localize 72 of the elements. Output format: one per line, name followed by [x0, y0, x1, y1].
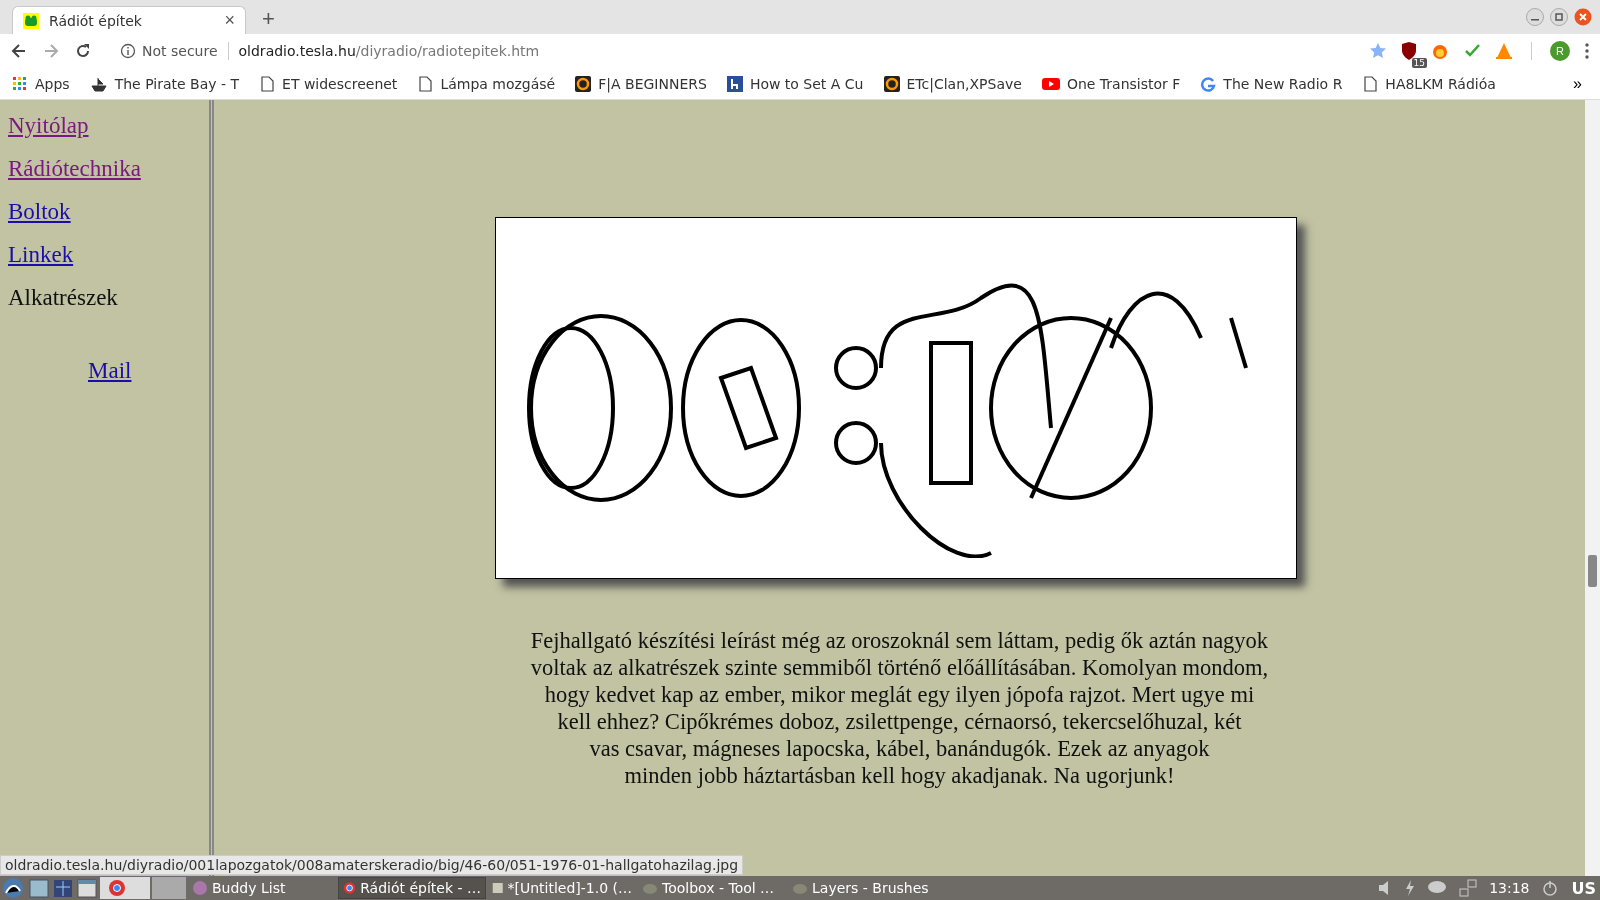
- address-bar[interactable]: Not secure oldradio.tesla.hu/diyradio/radiotepitek.htm: [112, 37, 1355, 65]
- cone-icon[interactable]: [1495, 42, 1513, 60]
- bookmark[interactable]: ET widescreenet: [259, 75, 398, 92]
- nav-link[interactable]: Linkek: [8, 233, 201, 276]
- url-text: oldradio.tesla.hu/diyradio/radiotepitek.htm: [238, 43, 540, 59]
- window-label: Rádiót építek - …: [360, 880, 481, 896]
- g-letter-icon: [1200, 75, 1217, 92]
- nav-link[interactable]: Boltok: [8, 190, 201, 233]
- power-plug-icon[interactable]: [1403, 879, 1416, 897]
- keyboard-layout[interactable]: US: [1571, 878, 1596, 898]
- app-icon: [192, 880, 208, 896]
- page-icon: [1362, 75, 1379, 92]
- taskbar-window[interactable]: Layers - Brushes: [788, 877, 936, 899]
- window-label: *[Untitled]-1.0 (…: [507, 880, 632, 896]
- taskbar-window[interactable]: Rádiót építek - …: [338, 877, 486, 899]
- security-label: Not secure: [142, 43, 218, 59]
- taskbar-window[interactable]: Buddy List: [188, 877, 336, 899]
- bookmark[interactable]: ETc|Clan,XPSave: [883, 75, 1022, 92]
- status-url: oldradio.tesla.hu/diyradio/001lapozgatok/008amaterskeradio/big/46-60/051-1976-01-hallgatohazilag.jpg: [0, 855, 744, 875]
- star-icon[interactable]: [1369, 42, 1387, 60]
- bookmark[interactable]: F|A BEGINNERS: [575, 75, 707, 92]
- chrome-icon[interactable]: [100, 877, 150, 899]
- taskbar-window[interactable]: *[Untitled]-1.0 (…: [488, 877, 636, 899]
- close-tab-button[interactable]: ×: [224, 10, 235, 31]
- more-menu-icon[interactable]: [1584, 42, 1590, 60]
- network-map-icon[interactable]: [52, 877, 74, 899]
- taskbar-window[interactable]: Toolbox - Tool …: [638, 877, 786, 899]
- game-logo-icon: [883, 75, 900, 92]
- bookmark[interactable]: The New Radio R: [1200, 75, 1343, 92]
- browser-tab[interactable]: Rádiót építek ×: [12, 6, 246, 34]
- window-label: Buddy List: [212, 880, 286, 896]
- minimize-icon[interactable]: [1526, 8, 1544, 26]
- app-icon: [343, 880, 357, 896]
- bookmark[interactable]: HA8LKM Rádióa: [1362, 75, 1496, 92]
- forward-arrow-icon[interactable]: [42, 42, 60, 60]
- tab-title: Rádiót építek: [49, 12, 143, 29]
- pirate-ship-icon: [89, 75, 108, 92]
- clock: 13:18: [1489, 880, 1530, 896]
- app-icon: [492, 880, 504, 896]
- bookmark[interactable]: One Transistor F: [1041, 75, 1181, 92]
- bookmark[interactable]: Lámpa mozgásé: [417, 75, 556, 92]
- network-icon[interactable]: [1459, 879, 1478, 897]
- scrollbar[interactable]: [1585, 100, 1600, 876]
- more-bookmarks-button[interactable]: »: [1567, 73, 1588, 94]
- window-icon[interactable]: [76, 877, 98, 899]
- reload-icon[interactable]: [74, 42, 92, 60]
- game-logo-icon: [575, 75, 592, 92]
- apps-grid-icon: [12, 75, 28, 92]
- back-arrow-icon[interactable]: [10, 42, 28, 60]
- bookmark[interactable]: The Pirate Bay - T: [89, 75, 240, 92]
- launcher-icon[interactable]: [0, 876, 26, 900]
- profile-avatar[interactable]: R: [1550, 41, 1570, 61]
- extension-badge: 15: [1411, 58, 1427, 68]
- window-label: Toolbox - Tool …: [662, 880, 775, 896]
- page-icon: [417, 75, 434, 92]
- article-paragraph: Fejhallgató készítési leírást még az oroszoknál sem láttam, pedig ők aztán nagyok voltak az alkatrészek szinte semmiből történő előállításában. Komolyan mondom, hogy kedvet kap az ember, mikor meglát egy ilyen jópofa rajzot. Mert ugye mi kell ehhez? Cipőkrémes doboz, zsilettpenge, cérnaorsó, tekercselőhuzal, két vas csavar, mágneses lapocska, kábel, banándugók. Ezek az anyagok minden jobb háztartásban kell hogy akadjanak. Na ugorjunk!: [530, 627, 1269, 789]
- new-tab-button[interactable]: +: [262, 6, 275, 32]
- bookmark[interactable]: How to Set A Cu: [726, 75, 864, 92]
- current-page-label: Alkatrészek: [8, 283, 119, 312]
- close-icon[interactable]: [1574, 8, 1592, 26]
- info-icon: [120, 43, 136, 59]
- maximize-icon[interactable]: [1550, 8, 1568, 26]
- window-label: Layers - Brushes: [812, 880, 929, 896]
- bookmark[interactable]: Apps: [12, 75, 70, 92]
- mail-link[interactable]: Mail: [88, 349, 201, 392]
- play-button-icon: [1041, 75, 1060, 92]
- power-icon[interactable]: [1541, 879, 1560, 897]
- h-letter-icon: [726, 75, 743, 92]
- shield-extension-icon[interactable]: [1401, 42, 1417, 60]
- page-icon: [259, 75, 276, 92]
- nav-link[interactable]: Rádiótechnika: [8, 147, 201, 190]
- nav-link[interactable]: Nyitólap: [8, 104, 201, 147]
